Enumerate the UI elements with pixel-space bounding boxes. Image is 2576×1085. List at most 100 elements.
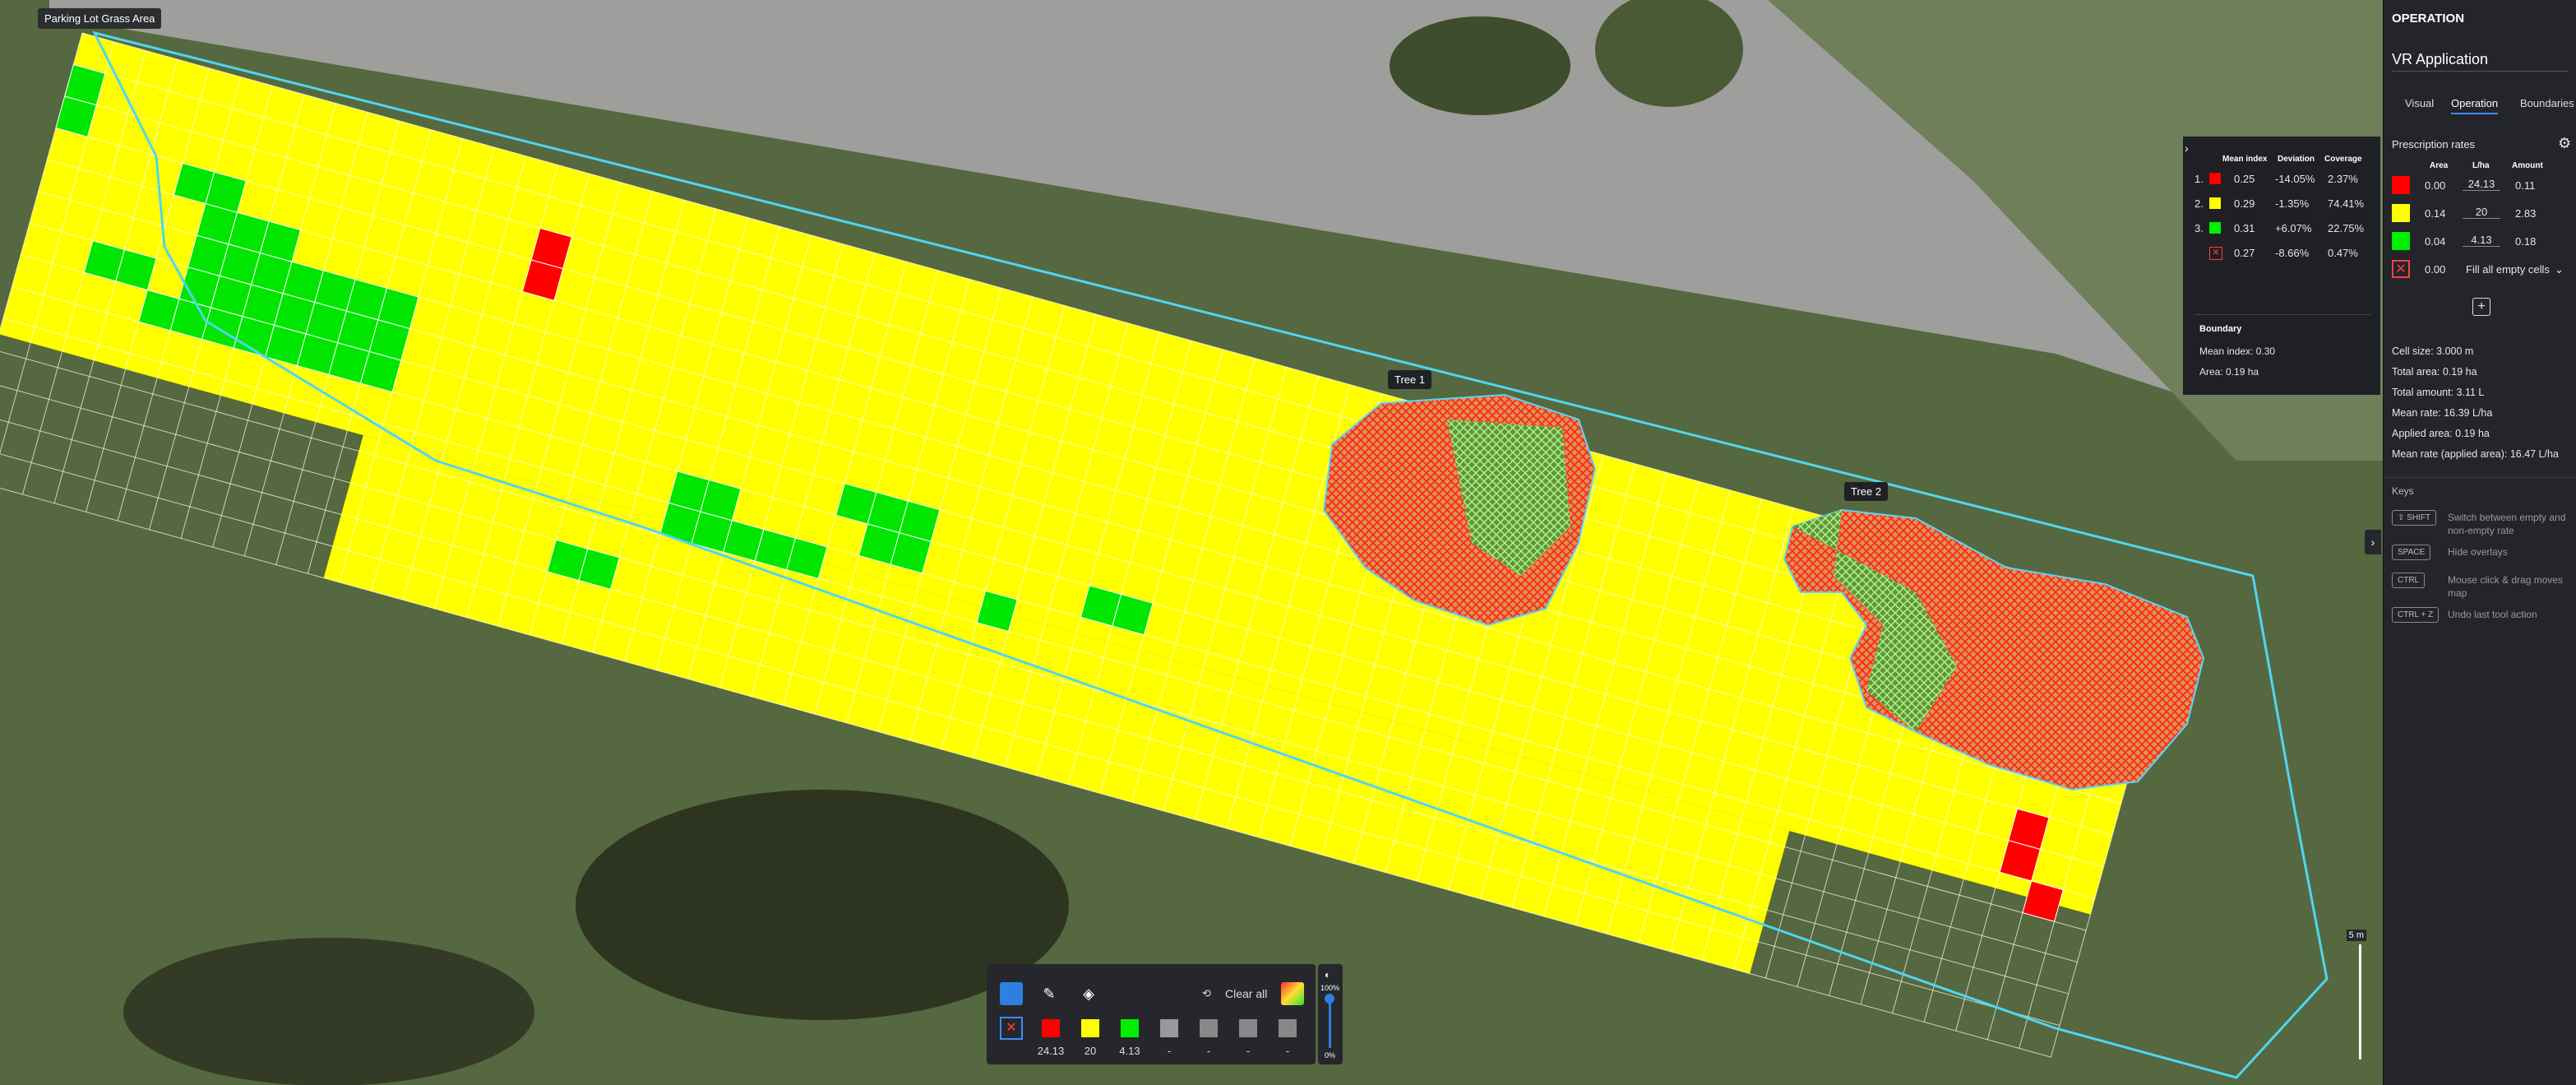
rate-color-swatch[interactable]: [2392, 176, 2410, 194]
summary-line: Applied area: 0.19 ha: [2392, 428, 2490, 439]
rate-label: -: [1167, 1045, 1172, 1057]
panel-toggle-icon[interactable]: ›: [2365, 530, 2381, 554]
row-number: 2.: [2194, 197, 2204, 210]
stats-row: 3. 0.31 +6.07% 22.75%: [2183, 222, 2380, 247]
key-badge: SPACE: [2392, 545, 2431, 560]
rate-label: -: [1246, 1045, 1251, 1057]
opacity-min: 0%: [1325, 1051, 1336, 1059]
undo-icon[interactable]: ⟲: [1202, 987, 1211, 1000]
opacity-max: 100%: [1320, 984, 1340, 992]
boundary-mean: Mean index: 0.30: [2199, 345, 2276, 357]
map-svg[interactable]: [0, 0, 2383, 1085]
header-deviation: Deviation: [2278, 155, 2315, 164]
header-mean-index: Mean index: [2222, 155, 2268, 164]
empty-cell-icon[interactable]: ✕: [2392, 260, 2410, 278]
color-scale-icon[interactable]: [1281, 982, 1304, 1005]
rate-area: 0.04: [2425, 235, 2446, 248]
gray-swatch[interactable]: [1276, 1017, 1299, 1040]
gray-swatch[interactable]: [1197, 1017, 1220, 1040]
keys-title: Keys: [2392, 485, 2414, 497]
prescription-title: Prescription rates: [2392, 138, 2476, 151]
tree-1-label[interactable]: Tree 1: [1388, 370, 1432, 389]
coverage: 2.37%: [2328, 173, 2358, 185]
opacity-slider[interactable]: ◐ 100% 0%: [1318, 964, 1343, 1064]
tab-operation[interactable]: Operation: [2451, 97, 2499, 114]
key-badge: CTRL + Z: [2392, 607, 2440, 623]
rate-label: 4.13: [1119, 1045, 1140, 1057]
map-canvas[interactable]: Parking Lot Grass Area Tree 1 Tree 2 5 m: [0, 0, 2383, 1085]
gear-icon[interactable]: ⚙: [2558, 135, 2571, 152]
mean-index: 0.27: [2234, 247, 2255, 259]
boundary-area: Area: 0.19 ha: [2199, 366, 2259, 378]
rate-input[interactable]: 20: [2463, 206, 2500, 219]
deviation: +6.07%: [2275, 222, 2312, 234]
rate-area: 0.00: [2425, 179, 2446, 192]
tab-boundaries[interactable]: Boundaries: [2520, 97, 2574, 109]
rate-amount: 2.83: [2515, 207, 2537, 220]
key-badge: ⇧ SHIFT: [2392, 510, 2437, 526]
red-swatch[interactable]: [1039, 1017, 1062, 1040]
summary-line: Mean rate: 16.39 L/ha: [2392, 407, 2493, 419]
rate-area: 0.00: [2425, 263, 2446, 276]
gray-swatch[interactable]: [1237, 1017, 1260, 1040]
tool-toolbar: ✎ ◈ ⟲ Clear all ✕ 24.13 20 4.13 - - - -: [987, 964, 1316, 1064]
coverage: 22.75%: [2328, 222, 2365, 234]
tree-2-label[interactable]: Tree 2: [1844, 482, 1889, 501]
summary-line: Total amount: 3.11 L: [2392, 387, 2485, 398]
rate-label: -: [1206, 1045, 1211, 1057]
empty-swatch[interactable]: ✕: [1000, 1017, 1023, 1040]
clear-all-button[interactable]: Clear all: [1225, 987, 1267, 1000]
stats-overlay: › Mean index Deviation Coverage 1. 0.25 -1…: [2183, 137, 2380, 395]
opacity-icon: ◐: [1325, 969, 1331, 981]
row-number: 1.: [2194, 173, 2204, 185]
boundary-title: Boundary: [2199, 324, 2242, 334]
deviation: -8.66%: [2275, 247, 2310, 259]
col-amount: Amount: [2512, 161, 2543, 170]
rate-area: 0.14: [2425, 207, 2446, 220]
add-rate-button[interactable]: +: [2472, 298, 2490, 316]
green-swatch[interactable]: [1118, 1017, 1141, 1040]
opacity-handle[interactable]: [1325, 994, 1334, 1004]
fill-tool-icon[interactable]: ◈: [1077, 982, 1100, 1005]
select-tool-icon[interactable]: [1000, 982, 1023, 1005]
summary-line: Mean rate (applied area): 16.47 L/ha: [2392, 448, 2559, 460]
col-rate: L/ha: [2472, 161, 2490, 170]
mean-index: 0.29: [2234, 197, 2255, 210]
area-name-label: Parking Lot Grass Area: [38, 8, 162, 29]
rate-amount: 0.18: [2515, 235, 2537, 248]
stats-row: ✕ 0.27 -8.66% 0.47%: [2183, 247, 2380, 271]
rate-color-swatch[interactable]: [2392, 232, 2410, 250]
scale-bar: 5 m: [2343, 930, 2368, 1061]
rate-color-swatch[interactable]: [2392, 204, 2410, 222]
color-swatch: [2209, 197, 2221, 209]
scale-label: 5 m: [2346, 930, 2366, 941]
mean-index: 0.31: [2234, 222, 2255, 234]
rate-amount: 0.11: [2515, 179, 2536, 192]
stats-row: 1. 0.25 -14.05% 2.37%: [2183, 173, 2380, 197]
header-coverage: Coverage: [2324, 155, 2362, 164]
panel-title: OPERATION: [2392, 12, 2465, 26]
rate-label: -: [1285, 1045, 1290, 1057]
brush-tool-icon[interactable]: ✎: [1038, 982, 1061, 1005]
tab-visual[interactable]: Visual: [2405, 97, 2434, 109]
gray-swatch[interactable]: [1158, 1017, 1181, 1040]
fill-empty-select[interactable]: Fill all empty cells: [2466, 263, 2550, 276]
summary-line: Total area: 0.19 ha: [2392, 366, 2477, 378]
rate-label: 24.13: [1037, 1045, 1065, 1057]
key-badge: CTRL: [2392, 573, 2426, 588]
app-name-field[interactable]: VR Application: [2392, 51, 2488, 68]
summary-line: Cell size: 3.000 m: [2392, 345, 2474, 357]
deviation: -14.05%: [2275, 173, 2315, 185]
key-description: Hide overlays: [2448, 546, 2508, 558]
coverage: 0.47%: [2328, 247, 2358, 259]
mean-index: 0.25: [2234, 173, 2255, 185]
key-description: Undo last tool action: [2448, 609, 2537, 620]
rate-input[interactable]: 4.13: [2463, 234, 2500, 247]
chevron-right-icon[interactable]: ›: [2185, 141, 2189, 155]
color-swatch: [2209, 173, 2221, 184]
chevron-down-icon[interactable]: ⌄: [2555, 263, 2564, 276]
rate-input[interactable]: 24.13: [2463, 178, 2500, 191]
empty-cell-icon: ✕: [2209, 247, 2222, 260]
yellow-swatch[interactable]: [1079, 1017, 1102, 1040]
coverage: 74.41%: [2328, 197, 2365, 210]
